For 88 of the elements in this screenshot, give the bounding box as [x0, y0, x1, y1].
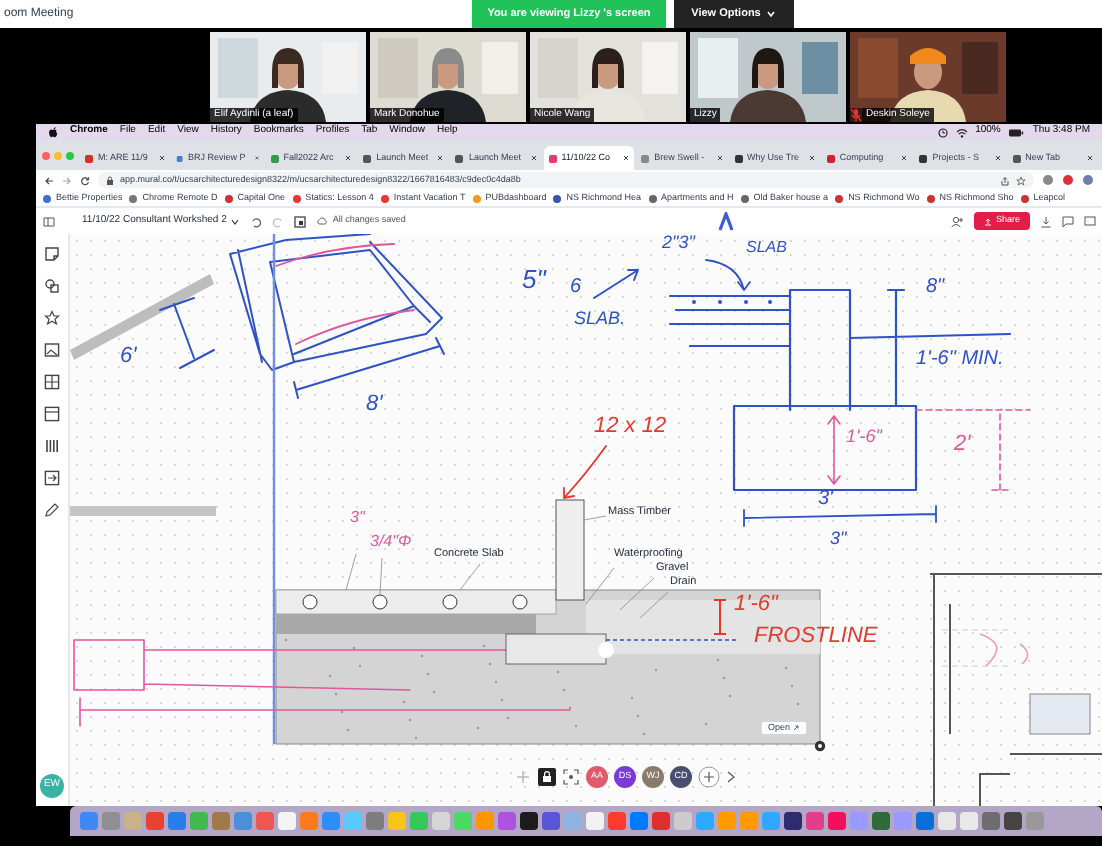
collapse-panel-icon[interactable] [42, 215, 56, 227]
handwritten-note: 1'-6" [734, 594, 778, 616]
undo-icon[interactable] [250, 215, 263, 227]
apple-icon[interactable] [48, 126, 58, 138]
handwritten-note: 3" [830, 530, 847, 548]
redo-icon[interactable] [272, 215, 285, 227]
comment-icon[interactable] [1062, 215, 1074, 227]
handwritten-note: SLAB [746, 240, 787, 256]
plus-icon[interactable] [514, 768, 532, 786]
download-icon[interactable] [1040, 215, 1052, 227]
site-icon [547, 153, 558, 163]
site-icon [362, 153, 373, 163]
site-icon [1019, 193, 1030, 203]
zoom-window-icon[interactable] [66, 151, 74, 159]
lock-icon [106, 175, 114, 185]
handwritten-note: 12 x 12 [594, 416, 667, 438]
export-icon[interactable] [44, 470, 60, 486]
site-icon [84, 153, 94, 163]
lock-icon[interactable] [538, 768, 556, 786]
handwritten-note: 6' [120, 346, 137, 368]
site-icon [42, 193, 52, 203]
chevron-right-icon[interactable] [726, 770, 736, 784]
site-icon [825, 153, 836, 163]
clock-icon[interactable] [937, 127, 948, 137]
site-icon [552, 193, 563, 203]
chevron-down-icon [230, 217, 241, 225]
site-icon [834, 193, 845, 203]
handwritten-note: 6 [570, 278, 582, 298]
handwritten-note: 5" [522, 266, 546, 292]
site-icon [471, 193, 482, 203]
star-icon[interactable] [44, 310, 60, 326]
ruler-drawing [70, 274, 214, 360]
site-icon [918, 153, 929, 163]
handwritten-note: 8' [366, 394, 383, 416]
site-icon [733, 153, 744, 163]
external-link-icon [792, 724, 801, 732]
site-icon [269, 153, 280, 163]
site-icon [739, 193, 750, 203]
grid-icon[interactable] [44, 374, 60, 390]
site-icon [223, 193, 234, 203]
site-icon [291, 193, 302, 203]
site-icon [925, 193, 936, 203]
screen-icon[interactable] [1084, 215, 1096, 227]
chevron-down-icon [766, 10, 777, 18]
forward-icon[interactable] [62, 175, 72, 185]
upload-icon [983, 217, 992, 225]
image-icon[interactable] [44, 342, 60, 358]
note-icon[interactable] [44, 246, 60, 262]
wifi-icon[interactable] [955, 127, 968, 137]
handwritten-note: 3" [350, 510, 365, 526]
frame-icon[interactable] [294, 215, 307, 227]
site-icon [379, 193, 390, 203]
handwritten-note: 1'-6" MIN. [916, 350, 1004, 370]
arrow-drawing [705, 259, 751, 291]
cloud-icon [316, 216, 329, 226]
handwritten-note: 8" [926, 278, 945, 298]
reload-icon[interactable] [80, 175, 90, 185]
star-icon[interactable] [1016, 175, 1026, 185]
add-icon[interactable] [698, 766, 720, 788]
handwritten-note: 2' [954, 434, 971, 456]
minimize-window-icon[interactable] [54, 151, 62, 159]
battery-icon [1008, 127, 1025, 137]
site-icon [647, 193, 657, 203]
close-window-icon[interactable] [42, 151, 50, 159]
site-icon [176, 153, 185, 163]
site-icon [128, 193, 139, 203]
site-icon [454, 153, 465, 163]
profile-icon[interactable] [1082, 174, 1094, 186]
frame-icon[interactable] [44, 406, 60, 422]
arrow-drawing [593, 269, 639, 299]
handwritten-note: 3/4"Φ [370, 534, 412, 550]
share-icon[interactable] [1000, 175, 1010, 185]
shapes-icon[interactable] [44, 278, 60, 294]
handwritten-note: SLAB. [574, 310, 626, 328]
columns-icon[interactable] [44, 438, 60, 454]
focus-icon[interactable] [562, 768, 580, 786]
handwritten-note: FROSTLINE [754, 626, 878, 648]
add-person-icon[interactable] [949, 215, 964, 227]
pen-icon[interactable] [44, 502, 60, 518]
logo-icon [715, 211, 736, 231]
site-icon [1011, 153, 1022, 163]
arrow-drawing [563, 445, 607, 499]
dimension-line [159, 297, 215, 369]
back-icon[interactable] [44, 175, 54, 185]
site-icon [640, 153, 651, 163]
handwritten-note: 2"3" [662, 234, 695, 252]
settings-icon[interactable] [814, 740, 826, 752]
handwritten-note: 1'-6" [846, 428, 882, 446]
